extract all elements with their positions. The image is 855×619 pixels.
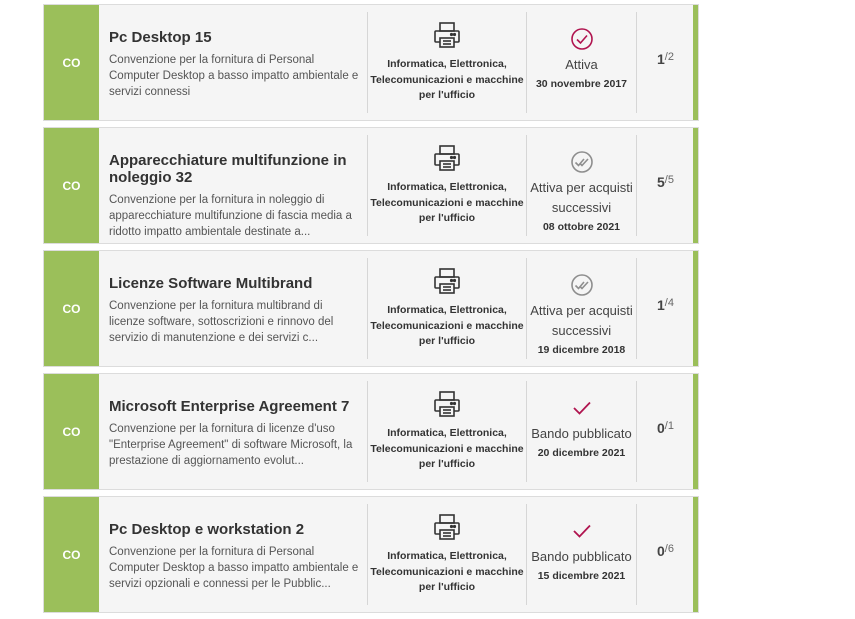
card-description: Convenzione per la fornitura di licenze … xyxy=(109,423,353,467)
type-badge: CO xyxy=(44,5,99,120)
printer-icon xyxy=(434,391,460,417)
card-info: Microsoft Enterprise Agreement 7 Convenz… xyxy=(99,374,367,489)
status-date: 15 dicembre 2021 xyxy=(537,570,626,582)
lot-count-value: 1 xyxy=(657,297,665,313)
status-date: 08 ottobre 2021 xyxy=(542,221,621,233)
category-label: Informatica, Elettronica, Telecomunicazi… xyxy=(370,58,524,101)
category-label: Informatica, Elettronica, Telecomunicazi… xyxy=(370,427,524,470)
initiative-card[interactable]: CO Microsoft Enterprise Agreement 7 Conv… xyxy=(43,373,699,490)
lot-count-value: 5 xyxy=(657,174,665,190)
status-cell: Bando pubblicato 15 dicembre 2021 xyxy=(527,497,636,612)
lot-count: 5 /5 xyxy=(637,128,694,243)
status-date: 19 dicembre 2018 xyxy=(537,344,626,356)
category-cell: Informatica, Elettronica, Telecomunicazi… xyxy=(368,5,526,120)
lot-count-value: 1 xyxy=(657,51,665,67)
printer-icon xyxy=(434,514,460,540)
check-circle-icon xyxy=(570,28,593,50)
card-title[interactable]: Pc Desktop e workstation 2 xyxy=(109,521,359,538)
printer-icon xyxy=(434,268,460,294)
status-label: Attiva per acquisti successivi xyxy=(530,180,633,215)
double-check-circle-icon xyxy=(570,274,593,296)
status-cell: Attiva 30 novembre 2017 xyxy=(527,5,636,120)
status-cell: Bando pubblicato 20 dicembre 2021 xyxy=(527,374,636,489)
lot-count-total: /5 xyxy=(664,174,674,186)
card-description: Convenzione per la fornitura multibrand … xyxy=(109,300,334,344)
checkmark-icon xyxy=(572,401,591,415)
card-title[interactable]: Licenze Software Multibrand xyxy=(109,275,359,292)
category-cell: Informatica, Elettronica, Telecomunicazi… xyxy=(368,128,526,243)
lot-count-value: 0 xyxy=(657,543,665,559)
lot-count: 1 /4 xyxy=(637,251,694,366)
initiative-card[interactable]: CO Pc Desktop e workstation 2 Convenzion… xyxy=(43,496,699,613)
card-description: Convenzione per la fornitura di Personal… xyxy=(109,54,359,98)
category-cell: Informatica, Elettronica, Telecomunicazi… xyxy=(368,374,526,489)
double-check-circle-icon xyxy=(570,151,593,173)
card-info: Pc Desktop e workstation 2 Convenzione p… xyxy=(99,497,367,612)
initiative-card[interactable]: CO Pc Desktop 15 Convenzione per la forn… xyxy=(43,4,699,121)
status-date: 30 novembre 2017 xyxy=(535,78,628,90)
category-cell: Informatica, Elettronica, Telecomunicazi… xyxy=(368,497,526,612)
lot-count-total: /6 xyxy=(664,543,674,555)
card-info: Licenze Software Multibrand Convenzione … xyxy=(99,251,367,366)
printer-icon xyxy=(434,145,460,171)
card-info: Apparecchiature multifunzione in noleggi… xyxy=(99,128,367,243)
lot-count: 0 /6 xyxy=(637,497,694,612)
lot-count-value: 0 xyxy=(657,420,665,436)
lot-count-total: /1 xyxy=(664,420,674,432)
lot-count-total: /4 xyxy=(664,297,674,309)
card-description: Convenzione per la fornitura di Personal… xyxy=(109,546,359,590)
lot-count: 1 /2 xyxy=(637,5,694,120)
card-title[interactable]: Pc Desktop 15 xyxy=(109,29,359,46)
type-badge: CO xyxy=(44,497,99,612)
type-badge: CO xyxy=(44,128,99,243)
initiative-card[interactable]: CO Licenze Software Multibrand Convenzio… xyxy=(43,250,699,367)
status-label: Bando pubblicato xyxy=(531,549,632,564)
status-date: 20 dicembre 2021 xyxy=(537,447,626,459)
type-badge: CO xyxy=(44,251,99,366)
status-label: Bando pubblicato xyxy=(531,426,632,441)
category-label: Informatica, Elettronica, Telecomunicazi… xyxy=(370,181,524,224)
initiatives-list: CO Pc Desktop 15 Convenzione per la forn… xyxy=(43,4,699,619)
category-label: Informatica, Elettronica, Telecomunicazi… xyxy=(370,550,524,593)
lot-count: 0 /1 xyxy=(637,374,694,489)
category-label: Informatica, Elettronica, Telecomunicazi… xyxy=(370,304,524,347)
status-label: Attiva xyxy=(565,57,598,72)
status-cell: Attiva per acquisti successivi 08 ottobr… xyxy=(527,128,636,243)
status-cell: Attiva per acquisti successivi 19 dicemb… xyxy=(527,251,636,366)
card-title[interactable]: Microsoft Enterprise Agreement 7 xyxy=(109,398,359,415)
card-title[interactable]: Apparecchiature multifunzione in noleggi… xyxy=(109,152,359,186)
card-info: Pc Desktop 15 Convenzione per la fornitu… xyxy=(99,5,367,120)
category-cell: Informatica, Elettronica, Telecomunicazi… xyxy=(368,251,526,366)
checkmark-icon xyxy=(572,524,591,538)
status-label: Attiva per acquisti successivi xyxy=(530,303,633,338)
card-description: Convenzione per la fornitura in noleggio… xyxy=(109,194,352,238)
initiative-card[interactable]: CO Apparecchiature multifunzione in nole… xyxy=(43,127,699,244)
lot-count-total: /2 xyxy=(664,51,674,63)
printer-icon xyxy=(434,22,460,48)
type-badge: CO xyxy=(44,374,99,489)
